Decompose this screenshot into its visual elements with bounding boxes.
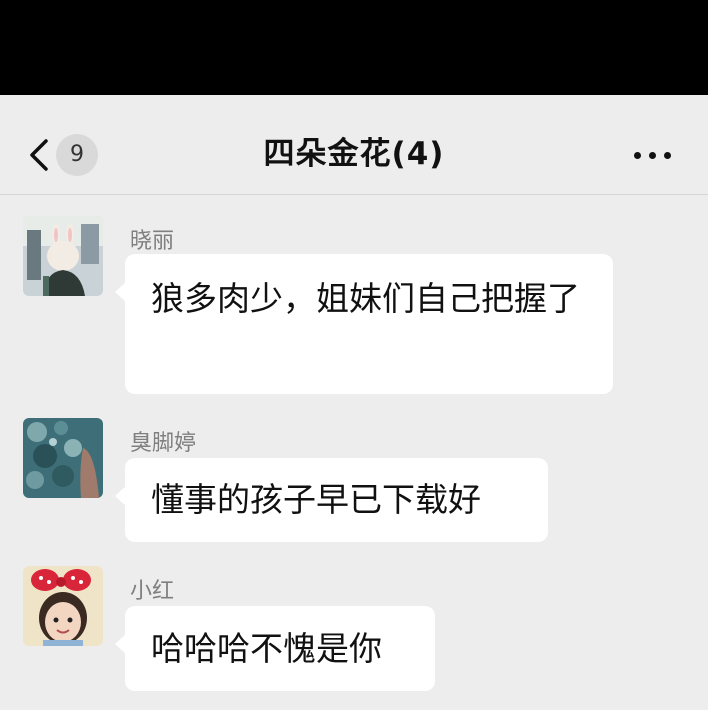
- avatar-rabbit-girl-image: [23, 216, 103, 296]
- chat-title: 四朵金花(4): [263, 136, 445, 172]
- sender-name: 小红: [130, 579, 175, 604]
- sender-name: 臭脚婷: [130, 431, 197, 456]
- message-bubble[interactable]: 哈哈哈不愧是你: [115, 606, 435, 691]
- avatar[interactable]: [23, 216, 103, 296]
- avatar[interactable]: [23, 566, 103, 646]
- avatar-girl-red-bow-image: [23, 566, 103, 646]
- sender-name: 晓丽: [130, 229, 175, 254]
- avatar[interactable]: [23, 418, 103, 498]
- more-dots-icon[interactable]: [630, 148, 676, 164]
- status-bar: [0, 0, 708, 95]
- message-text: 哈哈哈不愧是你: [151, 629, 382, 668]
- message-text: 懂事的孩子早已下载好: [151, 480, 481, 519]
- message-bubble[interactable]: 懂事的孩子早已下载好: [115, 458, 548, 542]
- avatar-ocean-rocks-image: [23, 418, 103, 498]
- message-text: 狼多肉少，姐妹们自己把握了: [151, 279, 580, 318]
- message-bubble[interactable]: 狼多肉少，姐妹们自己把握了: [115, 254, 613, 394]
